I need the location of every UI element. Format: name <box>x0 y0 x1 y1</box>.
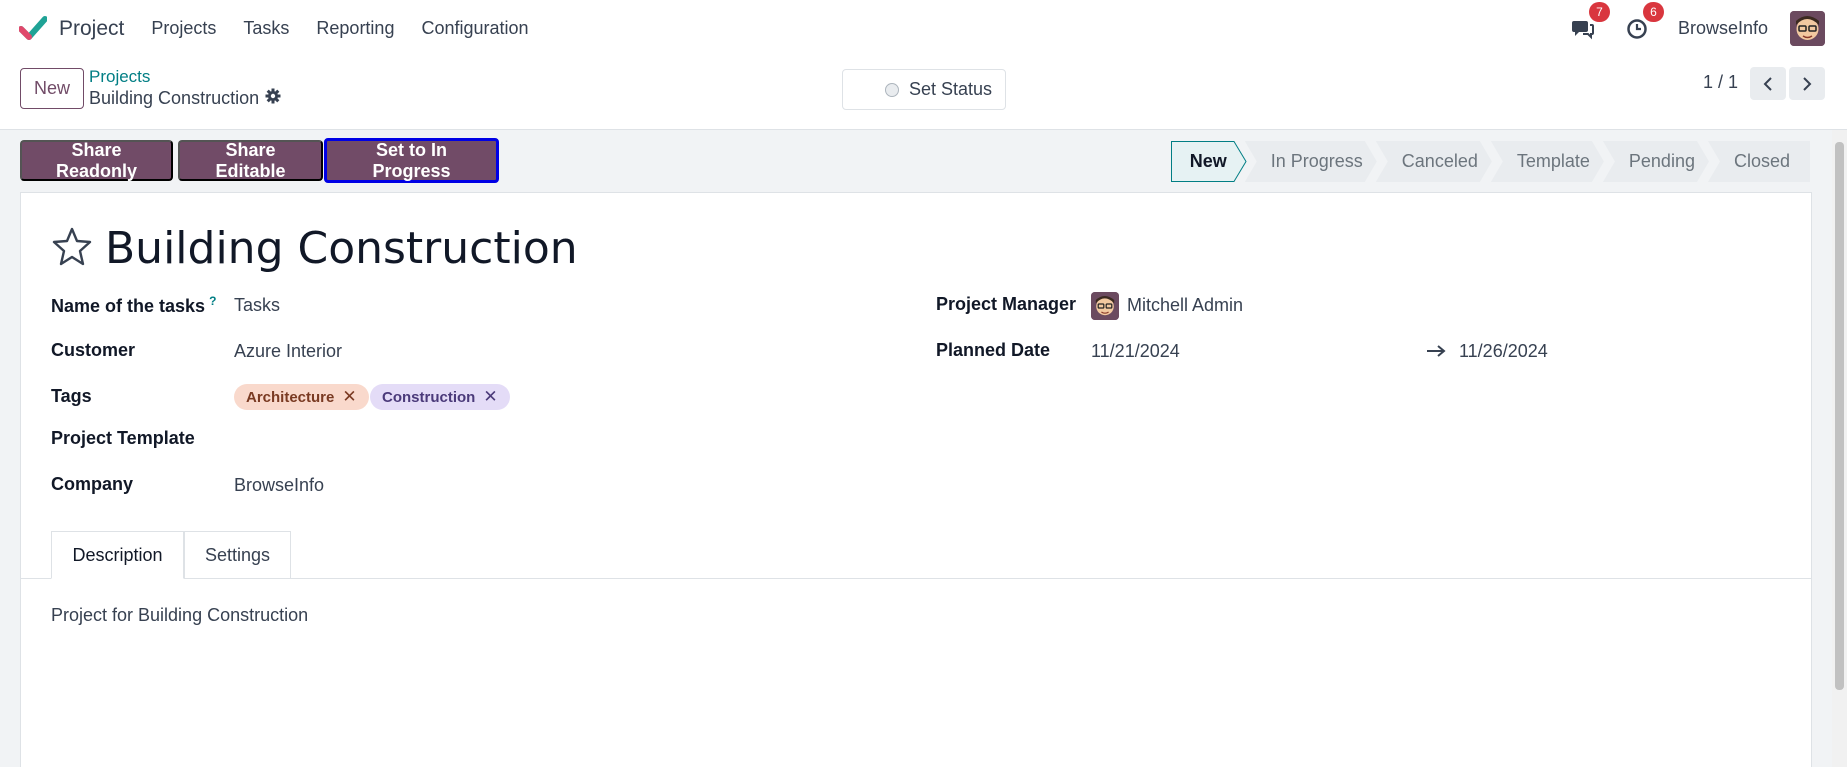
tab-description[interactable]: Description <box>51 531 184 579</box>
tab-settings[interactable]: Settings <box>184 531 291 579</box>
pager-value[interactable]: 1 / 1 <box>1703 72 1738 93</box>
planned-date-end-field[interactable]: 11/26/2024 <box>1459 341 1548 362</box>
task-name-label-text: Name of the tasks <box>51 296 206 316</box>
tag-remove-icon[interactable]: ✕ <box>342 387 356 407</box>
messages-icon[interactable]: 7 <box>1570 1 1610 42</box>
status-circle-icon <box>885 82 899 97</box>
chevron-left-icon <box>1763 76 1772 91</box>
menu-reporting[interactable]: Reporting <box>316 18 394 39</box>
stage-pipeline: New In Progress Canceled Template Pendin… <box>1170 141 1810 182</box>
stage-template[interactable]: Template <box>1491 141 1604 182</box>
pager-next-button[interactable] <box>1789 67 1825 100</box>
planned-date-label: Planned Date <box>936 340 1051 360</box>
app-brand[interactable]: Project <box>18 15 125 43</box>
breadcrumb-parent-link[interactable]: Projects <box>89 67 150 87</box>
project-manager-label: Project Manager <box>936 294 1077 314</box>
navbar-systray: 7 6 BrowseInfo <box>1570 0 1825 57</box>
stage-new[interactable]: New <box>1170 141 1246 182</box>
menu-tasks[interactable]: Tasks <box>243 18 289 39</box>
share-readonly-button[interactable]: Share Readonly <box>20 140 173 181</box>
customer-label: Customer <box>51 340 136 360</box>
set-status-label: Set Status <box>909 79 993 99</box>
breadcrumb-current: Building Construction <box>89 88 281 109</box>
favorite-star-icon[interactable] <box>51 226 93 271</box>
control-panel: New Projects Building Construction Set S… <box>0 57 1847 130</box>
description-text[interactable]: Project for Building Construction <box>51 605 308 626</box>
activities-badge: 6 <box>1642 1 1664 22</box>
project-manager-field[interactable]: Mitchell Admin <box>1127 295 1243 316</box>
scrollbar-thumb[interactable] <box>1835 142 1844 690</box>
tag-construction[interactable]: Construction ✕ <box>370 384 510 410</box>
chevron-right-icon <box>1803 76 1812 91</box>
company-label: Company <box>51 474 134 494</box>
app-name: Project <box>59 16 125 40</box>
task-name-label: Name of the tasks? <box>51 294 216 317</box>
help-tooltip-icon[interactable]: ? <box>209 294 216 308</box>
customer-field[interactable]: Azure Interior <box>234 341 342 362</box>
tag-label: Architecture <box>246 388 335 406</box>
form-sheet: Building Construction Name of the tasks?… <box>20 192 1812 767</box>
long-arrow-right-icon <box>1426 343 1446 363</box>
project-app-icon <box>18 15 48 43</box>
form-view: Share Readonly Share Editable Set to In … <box>0 130 1847 767</box>
title-row: Building Construction <box>51 223 578 274</box>
messages-badge: 7 <box>1588 1 1610 22</box>
set-status-button[interactable]: Set Status <box>842 69 1006 110</box>
notebook-tabs: Description Settings <box>21 531 1811 579</box>
share-editable-button[interactable]: Share Editable <box>178 140 323 181</box>
stage-closed[interactable]: Closed <box>1707 141 1810 182</box>
new-record-button[interactable]: New <box>20 68 84 109</box>
stage-in-progress[interactable]: In Progress <box>1245 141 1377 182</box>
task-name-field[interactable]: Tasks <box>234 295 280 316</box>
page-scrollbar[interactable] <box>1832 130 1847 767</box>
form-statusbar: Share Readonly Share Editable Set to In … <box>20 138 1812 183</box>
tag-label: Construction <box>382 388 476 406</box>
tag-remove-icon[interactable]: ✕ <box>483 387 497 407</box>
manager-avatar <box>1091 292 1119 320</box>
menu-configuration[interactable]: Configuration <box>421 18 528 39</box>
top-navbar: Project Projects Tasks Reporting Configu… <box>0 0 1847 57</box>
planned-date-start-field[interactable]: 11/21/2024 <box>1091 341 1180 362</box>
project-template-label: Project Template <box>51 428 195 448</box>
pager-previous-button[interactable] <box>1750 67 1786 100</box>
stage-new-wrapper: New <box>1170 141 1247 182</box>
main-menu: Projects Tasks Reporting Configuration <box>151 18 555 39</box>
company-switcher[interactable]: BrowseInfo <box>1678 18 1768 39</box>
stage-canceled[interactable]: Canceled <box>1376 141 1492 182</box>
tags-label: Tags <box>51 386 92 406</box>
activities-clock-icon[interactable]: 6 <box>1624 1 1664 42</box>
tag-architecture[interactable]: Architecture ✕ <box>234 384 369 410</box>
gear-icon[interactable] <box>265 88 281 109</box>
stage-pending[interactable]: Pending <box>1603 141 1709 182</box>
user-avatar[interactable] <box>1790 11 1825 46</box>
breadcrumb-current-label: Building Construction <box>89 88 260 108</box>
project-title[interactable]: Building Construction <box>105 223 578 274</box>
company-field[interactable]: BrowseInfo <box>234 475 324 496</box>
set-in-progress-button[interactable]: Set to In Progress <box>324 138 499 183</box>
menu-projects[interactable]: Projects <box>151 18 216 39</box>
